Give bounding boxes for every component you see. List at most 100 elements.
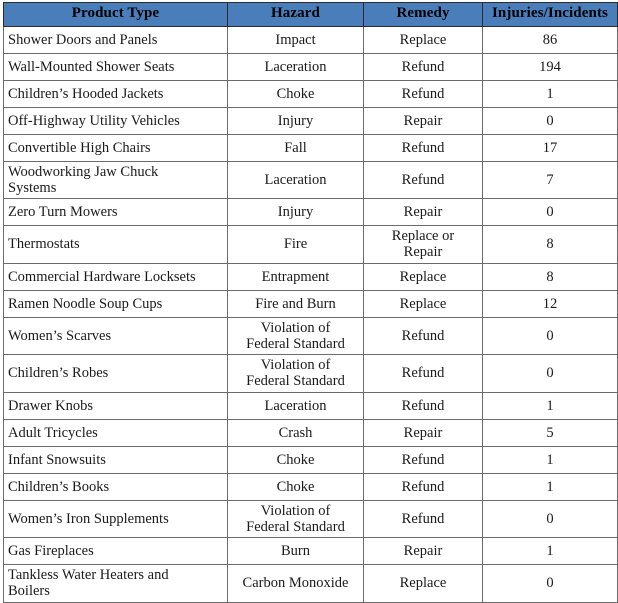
cell-product-type: Children’s Books <box>3 472 228 501</box>
column-header-remedy: Remedy <box>363 2 483 27</box>
cell-remedy: Refund <box>363 316 483 356</box>
cell-injuries-incidents: 7 <box>482 160 618 200</box>
cell-product-type: Women’s Iron Supplements <box>3 499 228 539</box>
cell-hazard: Carbon Monoxide <box>227 564 364 603</box>
cell-injuries-incidents: 0 <box>482 354 618 393</box>
cell-injuries-incidents: 0 <box>482 106 618 135</box>
cell-injuries-incidents: 194 <box>482 52 618 81</box>
cell-product-type: Adult Tricycles <box>3 418 228 447</box>
cell-remedy: Refund <box>363 445 483 474</box>
cell-hazard: Fall <box>227 133 364 162</box>
cell-injuries-incidents: 1 <box>482 445 618 474</box>
cell-hazard: Choke <box>227 79 364 108</box>
cell-product-type: Women’s Scarves <box>3 316 228 356</box>
cell-product-type-line-2: Boilers <box>8 583 50 600</box>
cell-product-type: Thermostats <box>3 225 228 264</box>
cell-hazard: Injury <box>227 106 364 135</box>
cell-hazard-line-1: Violation of <box>260 502 331 519</box>
cell-hazard: Violation of Federal Standard <box>227 354 364 393</box>
table-row: Thermostats Fire Replace or Repair 8 <box>3 225 618 264</box>
cell-remedy: Refund <box>363 472 483 501</box>
column-header-injuries-incidents: Injuries/Incidents <box>482 2 618 27</box>
table-header-row: Product Type Hazard Remedy Injuries/Inci… <box>3 2 618 27</box>
cell-hazard: Fire and Burn <box>227 289 364 318</box>
cell-product-type: Off-Highway Utility Vehicles <box>3 106 228 135</box>
cell-product-type: Infant Snowsuits <box>3 445 228 474</box>
cell-product-type: Shower Doors and Panels <box>3 25 228 54</box>
cell-product-type: Children’s Hooded Jackets <box>3 79 228 108</box>
cell-remedy: Refund <box>363 354 483 393</box>
table-row: Drawer Knobs Laceration Refund 1 <box>3 391 618 420</box>
table-row: Wall-Mounted Shower Seats Laceration Refun… <box>3 52 618 81</box>
cell-hazard: Laceration <box>227 160 364 200</box>
table-row: Zero Turn Mowers Injury Repair 0 <box>3 198 618 227</box>
cell-product-type: Convertible High Chairs <box>3 133 228 162</box>
cell-injuries-incidents: 1 <box>482 472 618 501</box>
cell-remedy: Refund <box>363 160 483 200</box>
cell-hazard: Impact <box>227 25 364 54</box>
cell-hazard: Choke <box>227 445 364 474</box>
column-header-product-type: Product Type <box>3 2 228 27</box>
cell-injuries-incidents: 17 <box>482 133 618 162</box>
table-row: Woodworking Jaw Chuck Systems Laceration Re… <box>3 160 618 200</box>
recall-table-container: Product Type Hazard Remedy Injuries/Inci… <box>0 0 618 603</box>
cell-product-type: Wall-Mounted Shower Seats <box>3 52 228 81</box>
cell-hazard: Fire <box>227 225 364 264</box>
table-row: Children’s Books Choke Refund 1 <box>3 472 618 501</box>
cell-hazard-line-2: Federal Standard <box>246 335 345 352</box>
cell-product-type: Zero Turn Mowers <box>3 198 228 227</box>
table-row: Adult Tricycles Crash Repair 5 <box>3 418 618 447</box>
cell-remedy: Refund <box>363 133 483 162</box>
table-row: Tankless Water Heaters and Boilers Carbon … <box>3 564 618 603</box>
cell-hazard: Choke <box>227 472 364 501</box>
cell-product-type-line-1: Tankless Water Heaters and <box>8 567 169 584</box>
cell-product-type: Drawer Knobs <box>3 391 228 420</box>
cell-remedy: Repair <box>363 106 483 135</box>
cell-remedy: Replace <box>363 262 483 291</box>
cell-product-type: Ramen Noodle Soup Cups <box>3 289 228 318</box>
table-body: Shower Doors and Panels Impact Replace 86 Wa… <box>3 25 618 603</box>
cell-product-type-line-1: Woodworking Jaw Chuck <box>8 163 159 180</box>
cell-hazard: Injury <box>227 198 364 227</box>
cell-hazard: Laceration <box>227 391 364 420</box>
cell-remedy: Refund <box>363 499 483 539</box>
cell-injuries-incidents: 1 <box>482 537 618 566</box>
table-row: Shower Doors and Panels Impact Replace 86 <box>3 25 618 54</box>
cell-injuries-incidents: 86 <box>482 25 618 54</box>
cell-remedy: Refund <box>363 52 483 81</box>
cell-hazard-line-2: Federal Standard <box>246 373 345 390</box>
cell-remedy: Repair <box>363 198 483 227</box>
cell-product-type-line-2: Systems <box>8 179 57 196</box>
table-row: Children’s Hooded Jackets Choke Refund 1 <box>3 79 618 108</box>
product-recall-table: Product Type Hazard Remedy Injuries/Inci… <box>3 2 618 603</box>
column-header-hazard: Hazard <box>227 2 364 27</box>
cell-remedy: Refund <box>363 391 483 420</box>
table-row: Gas Fireplaces Burn Repair 1 <box>3 537 618 566</box>
table-row: Women’s Scarves Violation of Federal Stand… <box>3 316 618 356</box>
cell-product-type: Children’s Robes <box>3 354 228 393</box>
table-row: Ramen Noodle Soup Cups Fire and Burn Repla… <box>3 289 618 318</box>
cell-hazard: Violation of Federal Standard <box>227 499 364 539</box>
cell-product-type: Tankless Water Heaters and Boilers <box>3 564 228 603</box>
cell-hazard: Laceration <box>227 52 364 81</box>
cell-remedy: Replace <box>363 25 483 54</box>
cell-hazard: Violation of Federal Standard <box>227 316 364 356</box>
cell-injuries-incidents: 1 <box>482 79 618 108</box>
cell-product-type: Commercial Hardware Locksets <box>3 262 228 291</box>
cell-injuries-incidents: 1 <box>482 391 618 420</box>
table-row: Commercial Hardware Locksets Entrapment Re… <box>3 262 618 291</box>
table-row: Children’s Robes Violation of Federal Stan… <box>3 354 618 393</box>
cell-injuries-incidents: 0 <box>482 499 618 539</box>
cell-hazard-line-1: Violation of <box>260 319 331 336</box>
cell-injuries-incidents: 5 <box>482 418 618 447</box>
cell-injuries-incidents: 8 <box>482 262 618 291</box>
cell-remedy: Repair <box>363 537 483 566</box>
cell-injuries-incidents: 0 <box>482 198 618 227</box>
table-row: Women’s Iron Supplements Violation of Fede… <box>3 499 618 539</box>
cell-injuries-incidents: 0 <box>482 564 618 603</box>
cell-remedy: Replace or Repair <box>363 225 483 264</box>
table-row: Infant Snowsuits Choke Refund 1 <box>3 445 618 474</box>
cell-hazard: Entrapment <box>227 262 364 291</box>
cell-product-type: Woodworking Jaw Chuck Systems <box>3 160 228 200</box>
cell-hazard: Crash <box>227 418 364 447</box>
